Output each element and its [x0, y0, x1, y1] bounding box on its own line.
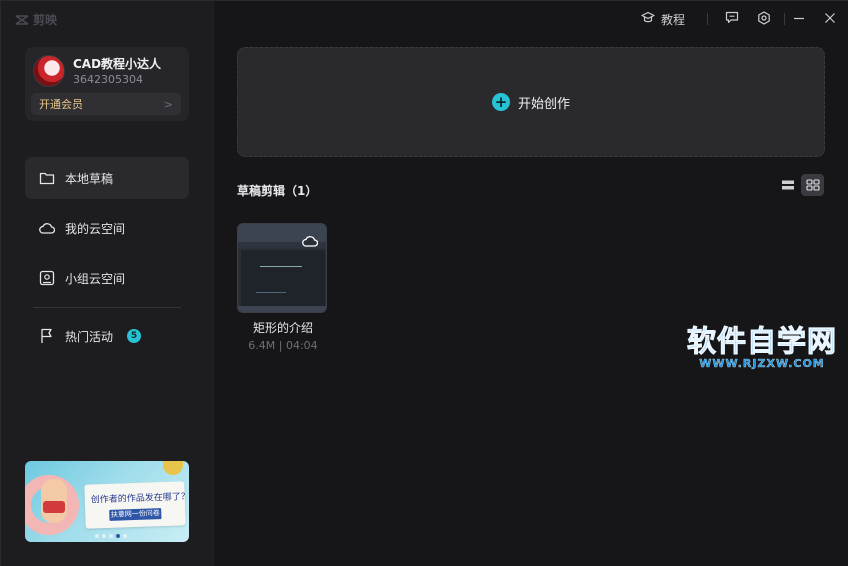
vip-button[interactable]: 开通会员 > [31, 93, 181, 115]
minimize-button[interactable] [793, 10, 805, 28]
feedback-icon [725, 11, 739, 27]
app-logo-text: 剪映 [33, 13, 58, 27]
user-id: 3642305304 [73, 73, 143, 86]
watermark: 软件自学网 WWW.RJZXW.COM [686, 324, 838, 371]
swimmer-shorts-illustration [43, 501, 65, 513]
draft-meta: 6.4M | 04:04 [248, 339, 318, 352]
banner-button[interactable]: 扶意网一份问卷 [109, 508, 162, 521]
grid-view-icon [805, 179, 820, 191]
app-logo: 剪映 [15, 11, 57, 28]
tutorial-button[interactable]: 教程 [641, 10, 685, 28]
sidebar-item-label: 热门活动 [65, 329, 114, 344]
banner-title: 创作者的作品发在哪了？ [90, 492, 189, 506]
start-creating-label: 开始创作 [517, 96, 570, 112]
sidebar-item-local-drafts[interactable]: 本地草稿 [25, 157, 189, 199]
main-panel: 教程 + 开始创作 草稿剪辑（1） 矩形的介绍 6.4M | 04:04 软件自… [214, 1, 848, 566]
sidebar-item-label: 我的云空间 [65, 221, 126, 236]
graduation-cap-icon [641, 11, 655, 27]
thumbnail-line [260, 266, 302, 267]
topbar-separator [784, 13, 785, 25]
view-toggle [776, 174, 825, 196]
flag-icon [39, 328, 55, 344]
settings-button[interactable] [757, 10, 771, 28]
capcut-logo-icon [15, 14, 29, 25]
drafts-section-title: 草稿剪辑（1） [237, 184, 318, 198]
pagination-dot[interactable] [123, 534, 127, 538]
group-cloud-icon [39, 270, 55, 286]
minimize-icon [793, 12, 805, 27]
profile-card[interactable]: CAD教程小达人 3642305304 开通会员 > [25, 47, 189, 121]
start-creating-button[interactable]: + 开始创作 [237, 47, 825, 157]
app-window: 剪映 CAD教程小达人 3642305304 开通会员 > 本地草稿 我的云空间 [0, 0, 848, 566]
draft-item[interactable]: 矩形的介绍 6.4M | 04:04 [237, 223, 329, 352]
sidebar-divider [33, 307, 181, 308]
feedback-button[interactable] [725, 10, 739, 28]
sidebar-item-hot-events[interactable]: 热门活动 5 [25, 315, 189, 357]
thumbnail-line [256, 292, 286, 293]
decoration-illustration [163, 461, 183, 475]
thumbnail-canvas [241, 250, 325, 308]
list-view-button[interactable] [776, 174, 799, 196]
promo-banner[interactable]: 创作者的作品发在哪了？ 扶意网一份问卷 [25, 461, 189, 542]
notification-badge: 5 [127, 329, 142, 343]
sidebar-item-group-cloud[interactable]: 小组云空间 [25, 257, 189, 299]
username: CAD教程小达人 [73, 57, 162, 71]
draft-thumbnail[interactable] [237, 223, 327, 313]
sidebar-item-my-cloud[interactable]: 我的云空间 [25, 207, 189, 249]
draft-name: 矩形的介绍 [252, 321, 313, 335]
sidebar-item-label: 小组云空间 [65, 271, 126, 286]
sidebar-item-label: 本地草稿 [65, 171, 114, 186]
cloud-upload-icon[interactable] [302, 232, 319, 251]
plus-icon: + [491, 93, 510, 111]
tutorial-label: 教程 [661, 12, 686, 27]
sidebar: 剪映 CAD教程小达人 3642305304 开通会员 > 本地草稿 我的云空间 [1, 1, 214, 566]
pagination-dot[interactable] [109, 534, 113, 538]
thumbnail-statusbar [238, 306, 326, 312]
vip-label: 开通会员 [39, 98, 83, 111]
chevron-right-icon: > [163, 97, 173, 111]
pagination-dot-active[interactable] [116, 534, 120, 538]
folder-icon [39, 170, 55, 186]
gear-icon [757, 10, 771, 28]
pagination-dot[interactable] [95, 534, 99, 538]
banner-pagination [95, 534, 127, 538]
avatar[interactable] [33, 55, 65, 87]
close-icon [824, 12, 836, 27]
banner-card: 创作者的作品发在哪了？ 扶意网一份问卷 [84, 481, 189, 529]
list-view-icon [781, 180, 794, 190]
watermark-url: WWW.RJZXW.COM [699, 357, 825, 370]
cloud-icon [39, 220, 55, 236]
grid-view-button[interactable] [801, 174, 824, 196]
topbar-separator [707, 13, 708, 25]
close-button[interactable] [824, 10, 836, 28]
watermark-title: 软件自学网 [686, 324, 838, 358]
pagination-dot[interactable] [102, 534, 106, 538]
